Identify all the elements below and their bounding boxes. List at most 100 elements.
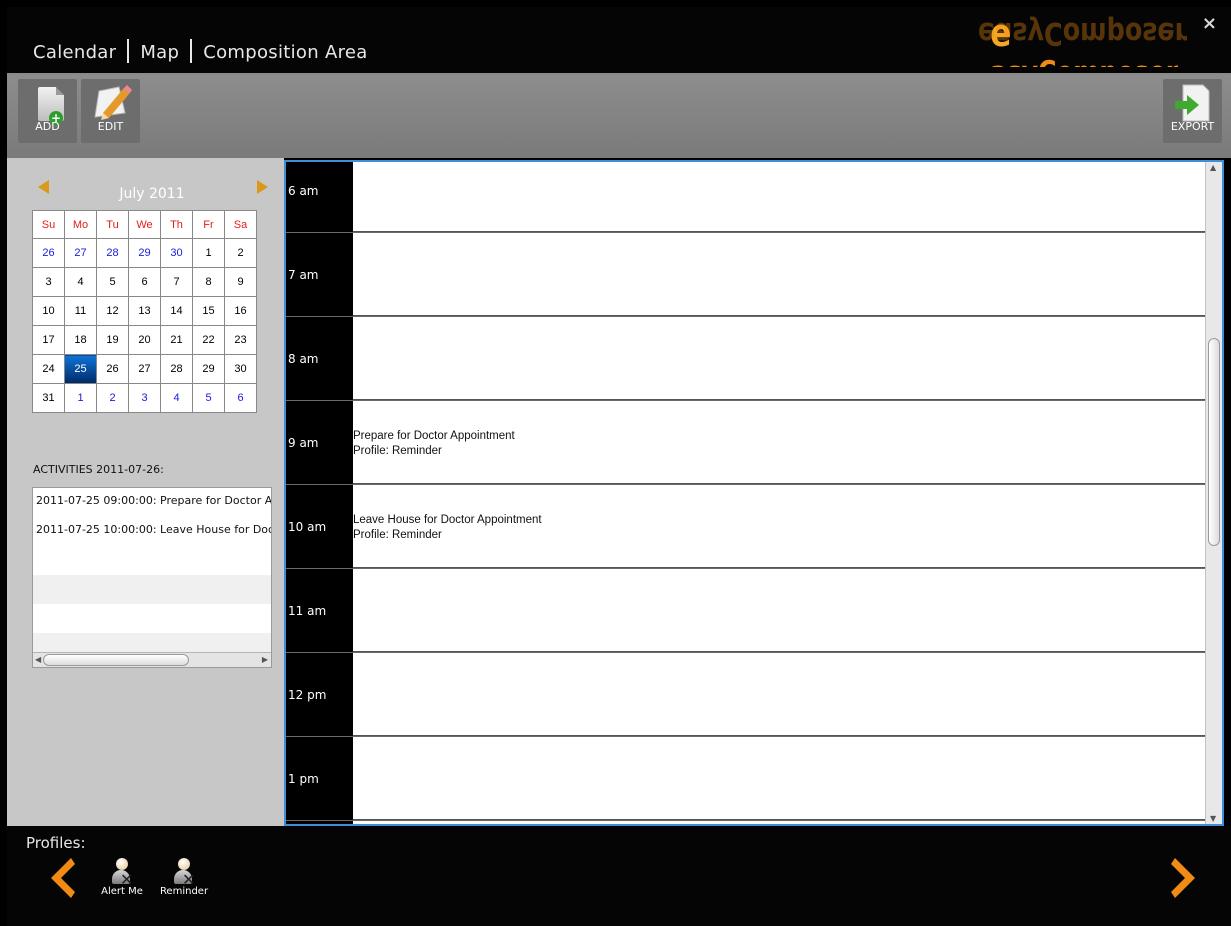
calendar-header: July 2011 — [32, 180, 272, 202]
slot-body[interactable] — [353, 233, 1206, 316]
scroll-left-icon[interactable]: ◀ — [35, 655, 41, 664]
calendar-day[interactable]: 5 — [96, 267, 129, 297]
list-item-empty — [33, 575, 271, 604]
calendar-day[interactable]: 31 — [32, 383, 65, 413]
calendar-day[interactable]: 11 — [64, 296, 97, 326]
calendar-day[interactable]: 2 — [224, 238, 257, 268]
calendar-day[interactable]: 1 — [192, 238, 225, 268]
time-slot[interactable]: 6 am — [286, 149, 1206, 233]
profiles-title: Profiles: — [26, 834, 86, 852]
calendar-day[interactable]: 13 — [128, 296, 161, 326]
slot-body[interactable] — [353, 149, 1206, 232]
profile-reminder[interactable]: ✕ Reminder — [159, 858, 209, 897]
calendar-day[interactable]: 14 — [160, 296, 193, 326]
calendar-day-other-month[interactable]: 28 — [96, 238, 129, 268]
calendar-day-other-month[interactable]: 3 — [128, 383, 161, 413]
profiles-bar: Profiles: ✕ Alert Me ✕ Reminder — [7, 826, 1231, 926]
calendar-day[interactable]: 27 — [128, 354, 161, 384]
edit-button[interactable]: EDIT — [81, 79, 140, 143]
nav-calendar[interactable]: Calendar — [33, 42, 116, 63]
calendar-day[interactable]: 30 — [224, 354, 257, 384]
calendar-day[interactable]: 16 — [224, 296, 257, 326]
slot-body[interactable] — [353, 653, 1206, 736]
calendar-day[interactable]: 15 — [192, 296, 225, 326]
title-bar: Calendar Map Composition Area easyComposer… — [7, 7, 1231, 75]
time-slot[interactable]: 11 am — [286, 569, 1206, 653]
edit-button-label: EDIT — [97, 120, 124, 133]
next-month-icon[interactable] — [257, 180, 268, 194]
calendar-day[interactable]: 9 — [224, 267, 257, 297]
calendar-day[interactable]: 26 — [96, 354, 129, 384]
calendar-day[interactable]: 6 — [128, 267, 161, 297]
slot-body[interactable] — [353, 737, 1206, 820]
calendar-day[interactable]: 21 — [160, 325, 193, 355]
scroll-down-icon[interactable]: ▼ — [1210, 814, 1216, 823]
scroll-right-icon[interactable]: ▶ — [262, 655, 268, 664]
calendar-day[interactable]: 10 — [32, 296, 65, 326]
scrollbar-thumb[interactable] — [43, 654, 189, 666]
calendar-day[interactable]: 18 — [64, 325, 97, 355]
list-item[interactable]: 2011-07-25 10:00:00: Leave House for Doc… — [33, 517, 271, 546]
easycomposer-logo: easyComposer easyComposer — [977, 11, 1187, 67]
list-item-empty — [33, 546, 271, 575]
nav-separator — [190, 39, 193, 63]
calendar-day[interactable]: 28 — [160, 354, 193, 384]
calendar-day[interactable]: 7 — [160, 267, 193, 297]
profile-alert-me[interactable]: ✕ Alert Me — [97, 858, 147, 897]
calendar-day[interactable]: 25 — [64, 354, 97, 384]
calendar-day[interactable]: 29 — [192, 354, 225, 384]
calendar-day[interactable]: 17 — [32, 325, 65, 355]
calendar-day[interactable]: 19 — [96, 325, 129, 355]
nav-composition-area[interactable]: Composition Area — [203, 42, 367, 63]
time-slot[interactable]: 12 pm — [286, 653, 1206, 737]
person-icon: ✕ — [109, 858, 135, 889]
slot-time-label: 11 am — [288, 603, 327, 618]
slot-body[interactable]: Leave House for Doctor Appointment Profil… — [353, 485, 1206, 568]
time-slot[interactable]: 7 am — [286, 233, 1206, 317]
calendar-day[interactable]: 23 — [224, 325, 257, 355]
slot-body[interactable]: Prepare for Doctor Appointment Profile: R… — [353, 401, 1206, 484]
vertical-scrollbar[interactable]: ▲ ▼ — [1205, 162, 1222, 824]
calendar-day-other-month[interactable]: 26 — [32, 238, 65, 268]
calendar-day[interactable]: 8 — [192, 267, 225, 297]
calendar-day[interactable]: 24 — [32, 354, 65, 384]
add-button[interactable]: + ADD — [18, 79, 77, 143]
calendar-day-other-month[interactable]: 4 — [160, 383, 193, 413]
list-item[interactable]: 2011-07-25 09:00:00: Prepare for Doctor … — [33, 488, 271, 517]
calendar-day[interactable]: 20 — [128, 325, 161, 355]
horizontal-scrollbar[interactable]: ◀ ▶ — [33, 652, 271, 667]
nav-separator — [127, 39, 130, 63]
chevron-right-icon[interactable] — [1171, 856, 1201, 900]
time-slot[interactable]: 10 am Leave House for Doctor Appointment P… — [286, 485, 1206, 569]
calendar-day-other-month[interactable]: 5 — [192, 383, 225, 413]
time-slot[interactable]: 1 pm — [286, 737, 1206, 821]
weekday-header: Sa — [224, 210, 257, 239]
activities-title: ACTIVITIES 2011-07-26: — [33, 463, 164, 476]
slot-time-label: 1 pm — [288, 771, 319, 786]
day-schedule: 6 am 7 am 8 am 9 am Prepare for Doctor Appoi… — [284, 160, 1224, 826]
slot-body[interactable] — [353, 317, 1206, 400]
event-entry[interactable]: Leave House for Doctor Appointment Profil… — [353, 513, 542, 543]
scroll-up-icon[interactable]: ▲ — [1210, 163, 1216, 172]
calendar-day[interactable]: 3 — [32, 267, 65, 297]
calendar-day-other-month[interactable]: 30 — [160, 238, 193, 268]
calendar-day[interactable]: 4 — [64, 267, 97, 297]
close-icon[interactable]: × — [1202, 13, 1217, 34]
event-entry[interactable]: Prepare for Doctor Appointment Profile: R… — [353, 429, 515, 459]
calendar-day-other-month[interactable]: 2 — [96, 383, 129, 413]
time-slot[interactable]: 9 am Prepare for Doctor Appointment Profil… — [286, 401, 1206, 485]
calendar-day-other-month[interactable]: 29 — [128, 238, 161, 268]
calendar-day-other-month[interactable]: 6 — [224, 383, 257, 413]
scrollbar-thumb[interactable] — [1208, 338, 1220, 546]
export-button[interactable]: EXPORT — [1163, 79, 1222, 143]
calendar-day-other-month[interactable]: 1 — [64, 383, 97, 413]
calendar-day-other-month[interactable]: 27 — [64, 238, 97, 268]
chevron-left-icon[interactable] — [45, 856, 75, 900]
slot-body[interactable] — [353, 569, 1206, 652]
calendar-day[interactable]: 12 — [96, 296, 129, 326]
nav-map[interactable]: Map — [140, 42, 179, 63]
left-panel: July 2011 Su Mo Tu We Th Fr Sa 26 27 28 29 30 1 2 3 4 5 6… — [7, 158, 284, 826]
calendar-day[interactable]: 22 — [192, 325, 225, 355]
time-slot[interactable]: 8 am — [286, 317, 1206, 401]
weekday-header: Tu — [96, 210, 129, 239]
